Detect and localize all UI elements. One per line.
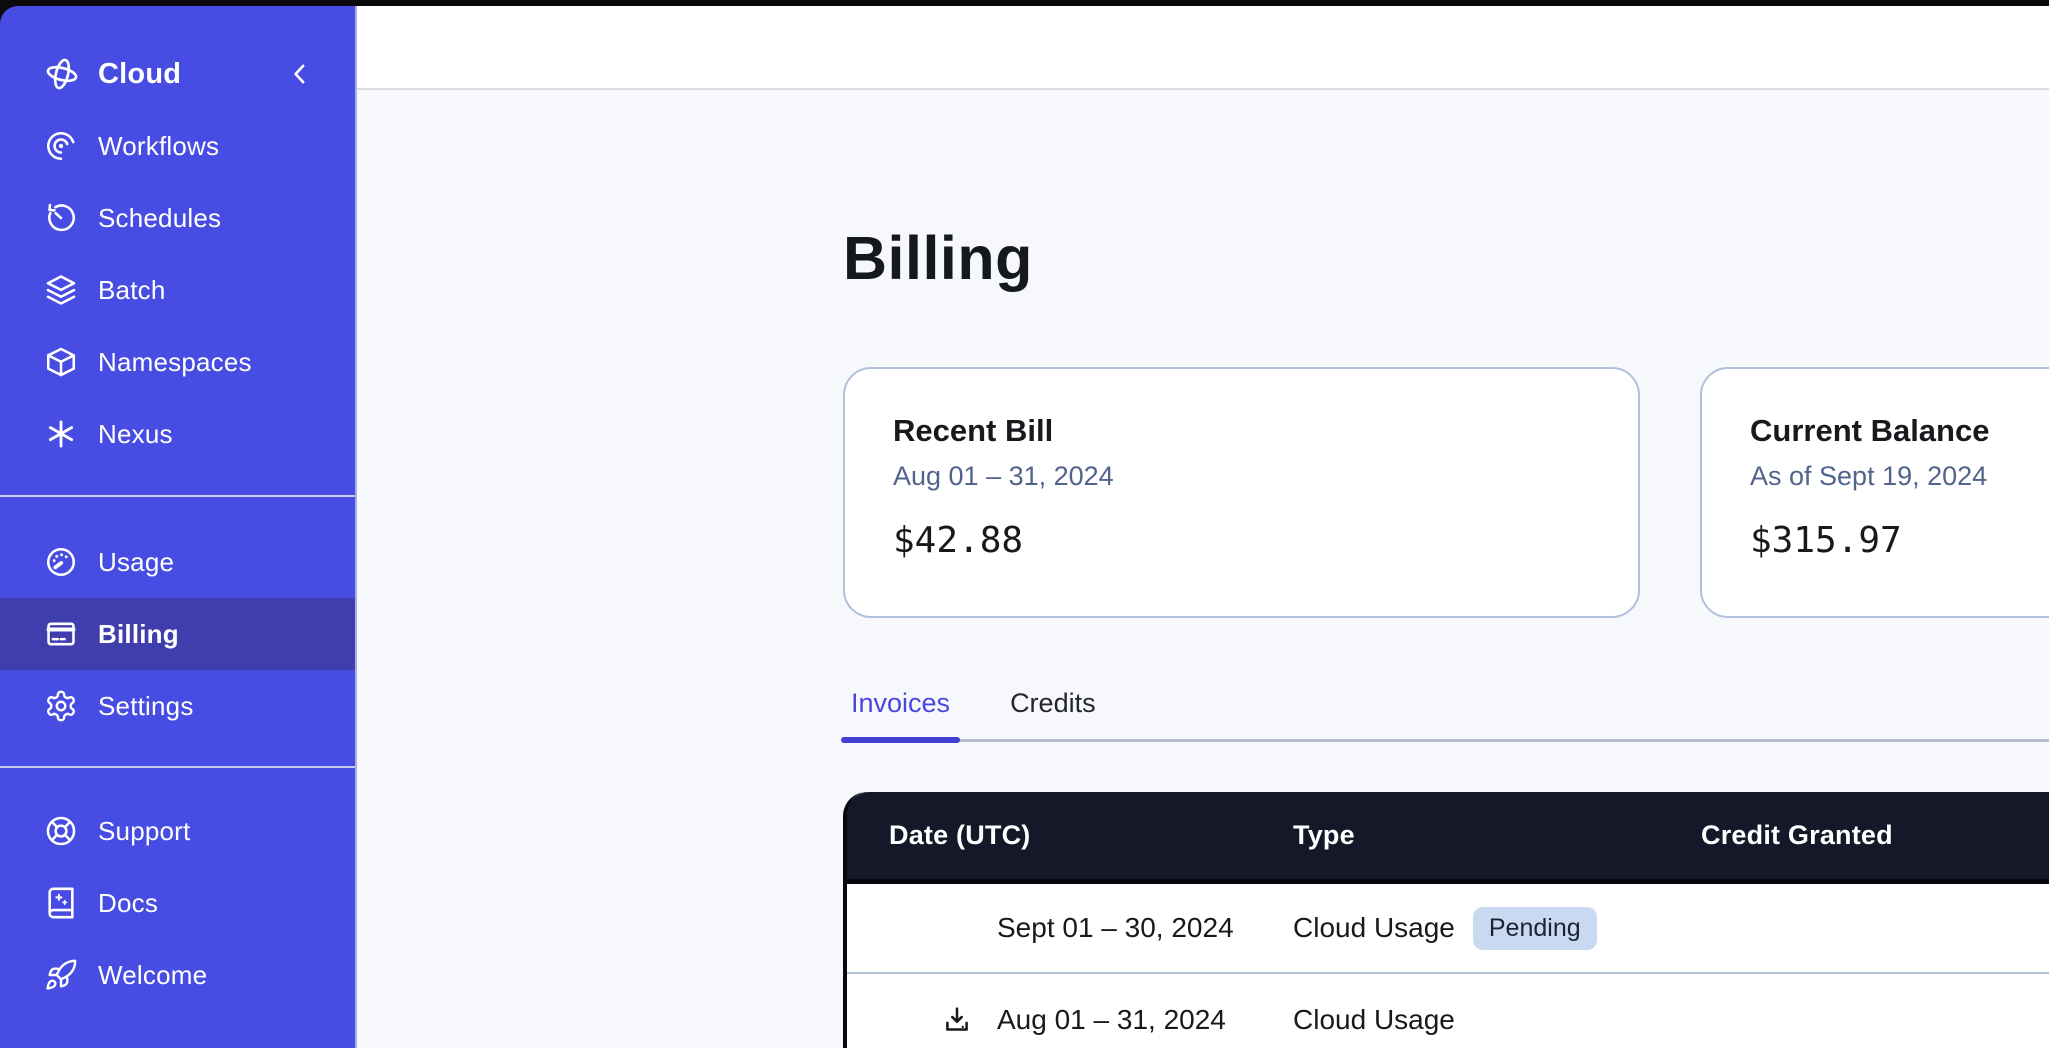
workflows-icon (44, 129, 78, 163)
invoice-date: Aug 01 – 31, 2024 (997, 1004, 1226, 1036)
card-period: Aug 01 – 31, 2024 (893, 461, 1590, 492)
download-invoice-button[interactable] (941, 1004, 973, 1036)
usage-icon (44, 545, 78, 579)
docs-icon (44, 886, 78, 920)
welcome-rocket-icon (44, 958, 78, 992)
app-window: Cloud Workflows (0, 6, 2049, 1048)
page-title: Billing (843, 228, 2049, 289)
current-balance-card: Current Balance As of Sept 19, 2024 $315… (1700, 367, 2049, 618)
table-row: Aug 01 – 31, 2024 Cloud Usage (847, 974, 2049, 1048)
table-header: Date (UTC) Type Credit Granted (847, 792, 2049, 884)
temporal-cloud-logo-icon (44, 56, 80, 92)
billing-page: Billing Recent Bill Aug 01 – 31, 2024 $4… (357, 228, 2049, 1048)
settings-icon (44, 689, 78, 723)
sidebar-item-welcome[interactable]: Welcome (0, 939, 355, 1011)
sidebar-item-billing[interactable]: Billing (0, 598, 355, 670)
main-area: Billing Recent Bill Aug 01 – 31, 2024 $4… (357, 6, 2049, 1048)
sidebar-item-settings[interactable]: Settings (0, 670, 355, 742)
invoices-table: Date (UTC) Type Credit Granted Sept 01 –… (843, 792, 2049, 1048)
sidebar-header: Cloud (0, 38, 355, 110)
sidebar-item-workflows[interactable]: Workflows (0, 110, 355, 182)
billing-tabs: Invoices Credits (843, 688, 2049, 742)
billing-icon (44, 617, 78, 651)
card-title: Recent Bill (893, 413, 1590, 449)
tab-credits[interactable]: Credits (1002, 688, 1104, 739)
invoice-date: Sept 01 – 30, 2024 (997, 912, 1234, 944)
download-placeholder (941, 912, 973, 944)
invoice-type: Cloud Usage (1293, 1004, 1455, 1036)
batch-icon (44, 273, 78, 307)
column-header-type: Type (1293, 820, 1701, 851)
status-badge: Pending (1473, 907, 1597, 950)
sidebar-divider (0, 495, 355, 497)
card-amount: $315.97 (1750, 520, 2049, 561)
sidebar-divider (0, 766, 355, 768)
sidebar-item-support[interactable]: Support (0, 795, 355, 867)
summary-cards: Recent Bill Aug 01 – 31, 2024 $42.88 Cur… (843, 367, 2049, 618)
sidebar-item-schedules[interactable]: Schedules (0, 182, 355, 254)
card-amount: $42.88 (893, 520, 1590, 561)
table-row: Sept 01 – 30, 2024 Cloud Usage Pending (847, 884, 2049, 974)
column-header-date: Date (UTC) (847, 820, 1293, 851)
nexus-icon (44, 417, 78, 451)
schedules-icon (44, 201, 78, 235)
tab-invoices[interactable]: Invoices (843, 688, 958, 739)
sidebar-item-usage[interactable]: Usage (0, 526, 355, 598)
sidebar: Cloud Workflows (0, 6, 357, 1048)
sidebar-title: Cloud (98, 58, 285, 91)
card-period: As of Sept 19, 2024 (1750, 461, 2049, 492)
sidebar-item-nexus[interactable]: Nexus (0, 398, 355, 470)
sidebar-item-namespaces[interactable]: Namespaces (0, 326, 355, 398)
sidebar-item-batch[interactable]: Batch (0, 254, 355, 326)
topbar (357, 6, 2049, 90)
recent-bill-card: Recent Bill Aug 01 – 31, 2024 $42.88 (843, 367, 1640, 618)
card-title: Current Balance (1750, 413, 2049, 449)
collapse-sidebar-button[interactable] (285, 59, 315, 89)
column-header-credit-granted: Credit Granted (1701, 820, 2049, 851)
sidebar-item-docs[interactable]: Docs (0, 867, 355, 939)
namespaces-icon (44, 345, 78, 379)
invoice-type: Cloud Usage (1293, 912, 1455, 944)
support-icon (44, 814, 78, 848)
